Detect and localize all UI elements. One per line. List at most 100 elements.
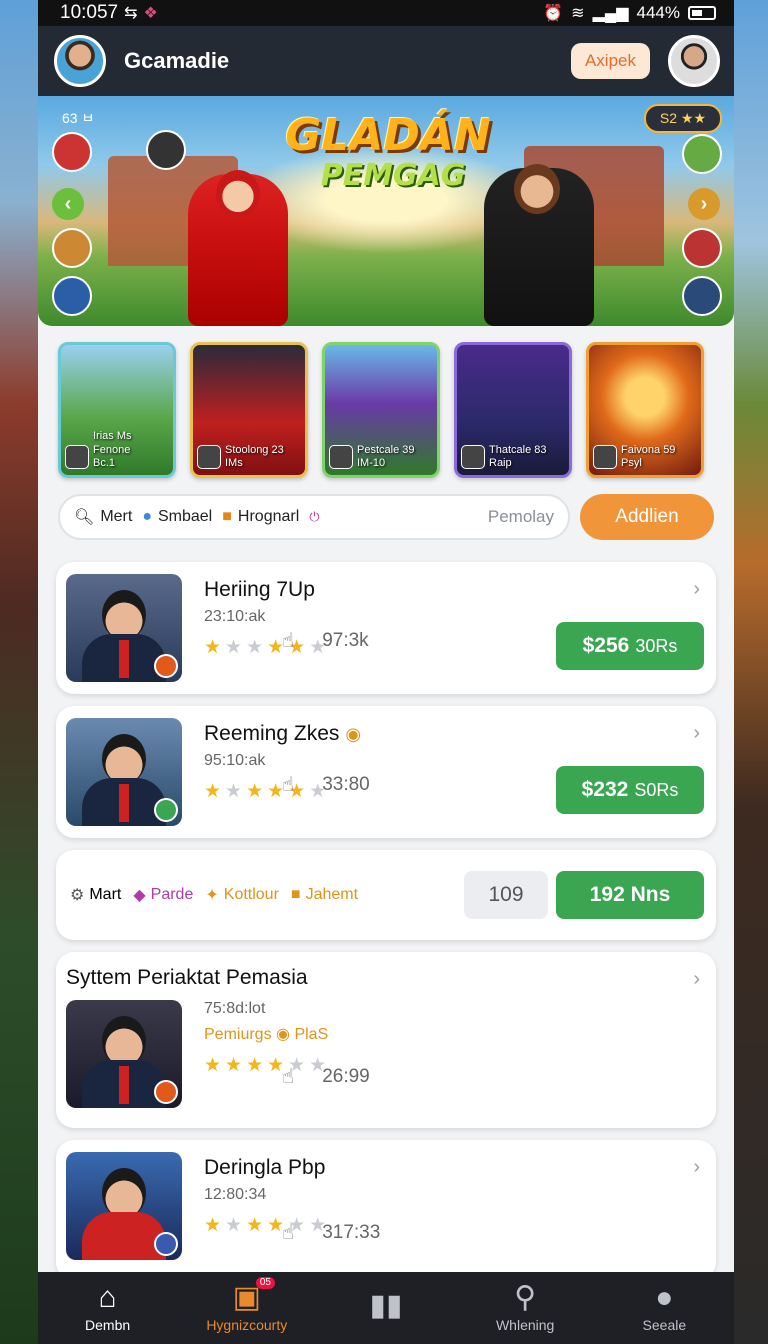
game-card[interactable]: Irias Ms Fenone Bc.1 — [58, 342, 176, 478]
button-label: 192 Nns — [589, 883, 671, 906]
game-card[interactable]: Stoolong 23 IMs — [190, 342, 308, 478]
tag-label-2: PlaS — [294, 1026, 329, 1043]
list-item[interactable]: Heriing 7Up 23:10:ak ★★★★★★ ☝︎ 97:3k › $2… — [56, 562, 716, 694]
app-header: Gcamadie Axipek — [38, 26, 734, 96]
banner-prev-arrow[interactable]: ‹ — [52, 188, 84, 220]
chevron-right-icon[interactable]: › — [693, 1156, 700, 1179]
app-screen: 10:057 ⇆ ❖ ⏰ ≋ ▂▄▆ 444% Gcamadie Axipek … — [38, 0, 734, 1344]
item-list: Heriing 7Up 23:10:ak ★★★★★★ ☝︎ 97:3k › $2… — [38, 540, 734, 1280]
banner-player-avatar-3[interactable] — [682, 134, 722, 174]
chevron-right-icon[interactable]: › — [693, 968, 700, 991]
game-card[interactable]: Pestcale 39 IM-10 — [322, 342, 440, 478]
banner-player-avatar[interactable] — [52, 132, 92, 172]
refresh-icon — [154, 798, 178, 822]
status-bar: 10:057 ⇆ ❖ ⏰ ≋ ▂▄▆ 444% — [38, 0, 734, 26]
background-scene-left — [0, 0, 40, 1344]
search-icon: 🔍︎ — [74, 509, 95, 526]
price-button[interactable]: $256 30Rs — [556, 622, 704, 670]
nav-badge: 05 — [255, 1277, 275, 1289]
banner-player-avatar-2[interactable] — [52, 228, 92, 268]
chip-label: Parde — [150, 886, 194, 903]
nav-cards[interactable]: ▮▮ — [321, 1291, 451, 1325]
featured-item[interactable]: Syttem Periaktat Pemasia 75:8d:lot Pemiu… — [56, 952, 716, 1128]
price-button[interactable]: $232 S0Rs — [556, 766, 704, 814]
game-title: Stoolong 23 — [225, 443, 284, 456]
ball-icon — [154, 1232, 178, 1256]
banner-player-avatar-4[interactable] — [682, 228, 722, 268]
banner-shield-icon-2 — [682, 276, 722, 316]
box-icon: ■ — [222, 508, 232, 525]
user-avatar[interactable] — [54, 35, 106, 87]
add-button[interactable]: Addlien — [580, 494, 714, 540]
game-card[interactable]: Faivona 59 Psyl — [586, 342, 704, 478]
price-amount: $232 — [581, 778, 629, 801]
promo-banner[interactable]: 63 ㅂ S2 ★★ GLADÁN PEMGAG ‹ › — [38, 96, 734, 326]
nav-label: Whlening — [495, 1317, 555, 1333]
search-chip[interactable]: ■ Hrognarl — [222, 508, 299, 526]
alarm-icon: ⏰ — [543, 5, 564, 22]
chip-label: Smbael — [157, 508, 213, 525]
game-subtitle: IMs — [225, 457, 243, 470]
nav-home[interactable]: ⌂ Dembn — [43, 1281, 173, 1334]
search-chip[interactable]: ● Smbael — [142, 508, 212, 526]
background-scene-right — [732, 0, 768, 1344]
game-subtitle: Psyl — [621, 457, 642, 470]
game-subtitle: Raip — [489, 457, 512, 470]
cards-icon: ▮▮ — [369, 1289, 403, 1322]
coin-icon: ✦ — [205, 887, 219, 904]
coin-icon: ◉ — [276, 1026, 290, 1043]
chevron-right-icon[interactable]: › — [693, 722, 700, 745]
item-meta: 97:3k — [322, 629, 369, 651]
search-chip[interactable]: 🔍︎ Mert — [74, 507, 132, 527]
star-rating: ★★★★★★ — [204, 1215, 331, 1236]
tag-label: Pemiurgs — [204, 1026, 272, 1043]
search-input[interactable]: 🔍︎ Mert ● Smbael ■ Hrognarl ⏻ Pemolay — [58, 494, 570, 540]
banner-next-arrow[interactable]: › — [688, 188, 720, 220]
item-title: Heriing 7Up — [204, 578, 315, 601]
banner-subtitle: PEMGAG — [320, 158, 466, 193]
hand-icon: ☝︎ — [282, 1066, 295, 1088]
header-action-button[interactable]: Axipek — [570, 43, 650, 79]
nav-label: Hygnizcourty — [206, 1317, 288, 1333]
item-subtitle: 75:8d:lot — [204, 1000, 266, 1017]
chip-label: Jahemt — [305, 886, 359, 903]
featured-title: Syttem Periaktat Pemasia — [66, 966, 308, 989]
battery-icon — [688, 6, 716, 20]
notification-icon: ❖ — [143, 5, 158, 22]
list-item[interactable]: Reeming Zkes ◉ 95:10:ak ★★★★★★ ☝︎ 33:80 › … — [56, 706, 716, 838]
item-tag: Pemiurgs ◉ PlaS — [204, 1024, 704, 1044]
banner-character-red — [188, 170, 288, 326]
chevron-right-icon[interactable]: › — [693, 578, 700, 601]
game-title: Thatcale 83 — [489, 443, 547, 456]
filter-chip[interactable]: ◆ Parde — [133, 885, 193, 905]
game-carousel: Irias Ms Fenone Bc.1 Stoolong 23 IMs Pestc… — [38, 326, 734, 478]
nav-games[interactable]: ▣ 05 Hygnizcourty — [182, 1277, 312, 1333]
item-meta: 26:99 — [322, 1065, 370, 1087]
banner-tag: 63 ㅂ — [62, 110, 95, 126]
count-box[interactable]: 109 — [464, 871, 548, 919]
home-icon: ⌂ — [98, 1281, 117, 1314]
nav-profile[interactable]: ● Seeale — [599, 1283, 729, 1334]
item-title-row: Reeming Zkes ◉ — [204, 722, 704, 746]
tools-icon — [154, 654, 178, 678]
star-rating: ★★★★★★ — [204, 1055, 331, 1076]
confirm-button[interactable]: 192 Nns — [556, 871, 704, 919]
play-icon — [154, 1080, 178, 1104]
list-item[interactable]: Deringla Pbp 12:80:34 ★★★★★★ ☝︎ 317:33 › — [56, 1140, 716, 1280]
banner-character-dark — [484, 164, 594, 326]
nav-search[interactable]: ⚲ Whlening — [460, 1283, 590, 1334]
globe-icon: ● — [142, 508, 152, 525]
filter-chip[interactable]: ✦ Kottlour — [205, 885, 279, 905]
chip-label: Mert — [100, 508, 133, 525]
game-card[interactable]: Thatcale 83 Raip — [454, 342, 572, 478]
filter-chip[interactable]: ⚙ Mart — [70, 885, 121, 905]
signal-icon: ▂▄▆ — [592, 5, 629, 22]
item-thumbnail — [66, 574, 182, 682]
profile-avatar[interactable] — [668, 35, 720, 87]
game-title: Faivona 59 — [621, 443, 676, 456]
item-thumbnail — [66, 718, 182, 826]
price-unit: S0Rs — [634, 779, 679, 800]
hand-icon: ☝︎ — [282, 630, 295, 652]
filter-chip[interactable]: ■ Jahemt — [291, 886, 358, 904]
gem-icon: ◆ — [133, 887, 146, 904]
